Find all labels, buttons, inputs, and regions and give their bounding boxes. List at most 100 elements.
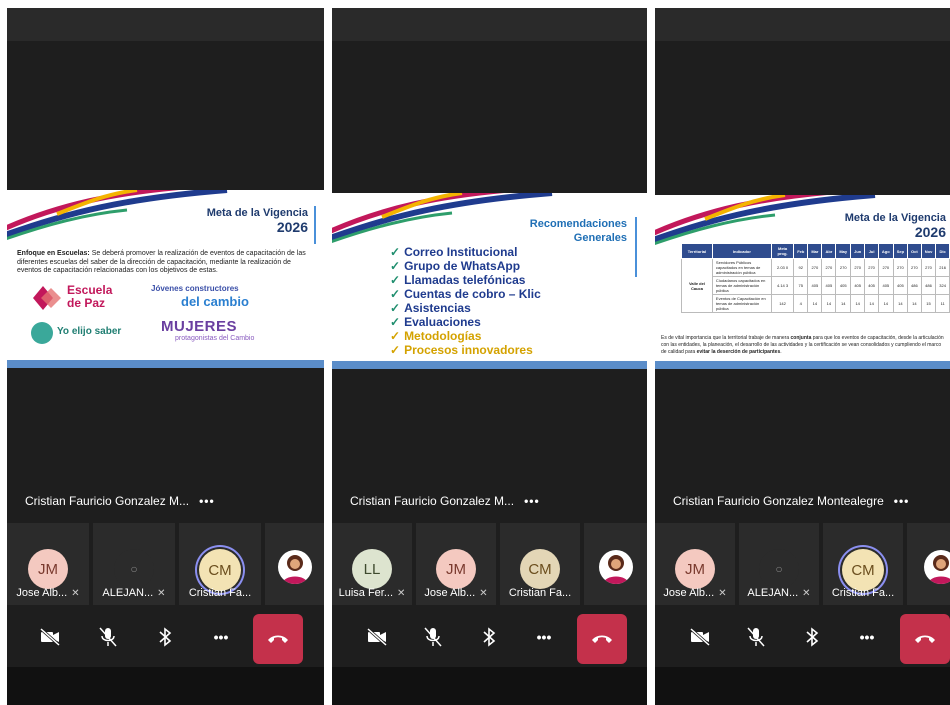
check-icon: ✓ — [390, 245, 401, 259]
avatar-initials: JM — [446, 560, 466, 578]
presenter-more-button[interactable]: ••• — [199, 494, 215, 508]
mic-off-button[interactable] — [741, 622, 771, 652]
more-options-button[interactable]: ••• — [206, 622, 236, 652]
yo-elijo-saber-text: Yo elijo saber — [57, 326, 122, 337]
presenter-name-row: Cristian Fauricio Gonzalez M... ••• — [350, 494, 540, 508]
mic-off-button[interactable] — [93, 622, 123, 652]
slide-title-line2: Generales — [573, 232, 627, 244]
camera-off-button[interactable] — [362, 622, 392, 652]
self-video-tile[interactable] — [907, 523, 950, 605]
slide-footer — [332, 361, 647, 369]
participant-tile[interactable]: ○ ALEJAN... ✕ — [93, 523, 175, 605]
check-icon: ✓ — [390, 329, 401, 343]
participant-tiles: JM Jose Alb... ✕ ○ ALEJAN... ✕ CM Cristian… — [655, 523, 950, 605]
avatar: CM — [199, 549, 241, 591]
camera-off-button[interactable] — [35, 622, 65, 652]
camera-off-icon — [690, 628, 710, 646]
value-cell: 324 — [935, 276, 950, 295]
list-item: ✓ Procesos innovadores — [390, 343, 541, 357]
status-bar — [655, 8, 950, 41]
avatar-initials: CM — [528, 560, 552, 578]
participant-tile[interactable]: JM Jose Alb... ✕ — [655, 523, 735, 605]
participant-tile[interactable]: CM Cristian Fa... — [500, 523, 580, 605]
participant-label: ALEJAN... ✕ — [93, 587, 175, 599]
participant-tile-active[interactable]: CM Cristian Fa... — [823, 523, 903, 605]
participant-label: Cristian Fa... — [823, 587, 903, 599]
system-nav-bar — [332, 667, 647, 705]
list-item-text: Cuentas de cobro – Klic — [404, 287, 541, 301]
value-cell: 270 — [835, 258, 852, 277]
avatar: LL — [352, 549, 392, 589]
participant-tile[interactable]: ○ ALEJAN... ✕ — [739, 523, 819, 605]
more-options-button[interactable]: ••• — [529, 622, 559, 652]
goals-table: Territorial Indicador Meta prog. Feb Mar… — [681, 243, 950, 313]
bluetooth-button[interactable] — [150, 622, 180, 652]
participant-label: Jose Alb... ✕ — [416, 587, 496, 599]
mujeres-text: MUJERES — [161, 318, 238, 335]
escuela-de-paz-text: Escuela de Paz — [67, 283, 113, 310]
body-text-bold: conjunta — [790, 335, 812, 341]
value-cell: 405 — [850, 276, 866, 295]
mic-muted-icon: ✕ — [157, 588, 166, 599]
check-icon: ✓ — [390, 287, 401, 301]
value-cell: 270 — [807, 258, 823, 277]
slide-title-year: 2026 — [914, 224, 946, 240]
meeting-screen-2: Recomendaciones Generales ✓ Correo Instit… — [332, 8, 647, 705]
more-icon: ••• — [536, 629, 552, 645]
column-header: Territorial — [681, 243, 713, 259]
person-icon: ○ — [759, 549, 799, 589]
bluetooth-button[interactable] — [797, 622, 827, 652]
system-nav-bar — [7, 667, 324, 705]
participant-name: ALEJAN... — [102, 587, 154, 599]
participant-tile[interactable]: JM Jose Alb... ✕ — [7, 523, 89, 605]
end-call-button[interactable] — [577, 614, 627, 664]
value-cell: 14 — [864, 294, 879, 313]
avatar: JM — [675, 549, 715, 589]
presenter-name: Cristian Fauricio Gonzalez M... — [350, 494, 515, 508]
check-icon: ✓ — [390, 315, 401, 329]
presenter-more-button[interactable]: ••• — [524, 494, 540, 508]
body-text-bold: evitar la deserción de participantes — [696, 349, 781, 355]
value-cell: 75 — [793, 276, 809, 295]
call-controls: ••• — [7, 610, 324, 668]
participant-tile[interactable]: JM Jose Alb... ✕ — [416, 523, 496, 605]
value-cell: 14 — [821, 294, 837, 313]
list-item-text: Correo Institucional — [404, 245, 518, 259]
camera-off-icon — [367, 628, 387, 646]
avatar-initials: JM — [685, 560, 705, 578]
camera-off-button[interactable] — [685, 622, 715, 652]
column-header: Sep — [892, 243, 909, 259]
bluetooth-button[interactable] — [474, 622, 504, 652]
avatar: JM — [436, 549, 476, 589]
list-item-text: Evaluaciones — [404, 315, 481, 329]
participant-name: Jose Alb... — [663, 587, 715, 599]
avatar: CM — [520, 549, 560, 589]
value-cell: 14 — [892, 294, 909, 313]
hang-up-icon — [268, 635, 288, 643]
column-header: Meta prog. — [770, 243, 795, 259]
more-options-button[interactable]: ••• — [852, 622, 882, 652]
more-icon: ••• — [859, 629, 875, 645]
end-call-button[interactable] — [900, 614, 950, 664]
person-photo-icon — [281, 555, 308, 584]
list-item: ✓ Metodologías — [390, 329, 541, 343]
presenter-more-button[interactable]: ••• — [894, 494, 910, 508]
avatar-initials: CM — [851, 561, 875, 579]
end-call-button[interactable] — [253, 614, 303, 664]
self-photo — [924, 550, 950, 584]
mic-off-button[interactable] — [418, 622, 448, 652]
participant-tile-active[interactable]: CM Cristian Fa... — [179, 523, 261, 605]
presenter-name-row: Cristian Fauricio Gonzalez Montealegre ••… — [673, 494, 909, 508]
self-video-tile[interactable] — [265, 523, 324, 605]
presenter-name: Cristian Fauricio Gonzalez Montealegre — [673, 494, 884, 508]
value-cell: 270 — [907, 258, 922, 277]
column-header: May — [835, 243, 852, 259]
value-cell: 216 — [935, 258, 950, 277]
self-video-tile[interactable] — [584, 523, 647, 605]
list-item-text: Procesos innovadores — [404, 343, 533, 357]
participant-tile[interactable]: LL Luisa Fer... ✕ — [332, 523, 412, 605]
table-row: Valle del Cauca Servidores Públicos capac… — [681, 258, 950, 313]
participant-label: Luisa Fer... ✕ — [332, 587, 412, 599]
mic-muted-icon: ✕ — [718, 588, 727, 599]
list-item: ✓ Cuentas de cobro – Klic — [390, 287, 541, 301]
